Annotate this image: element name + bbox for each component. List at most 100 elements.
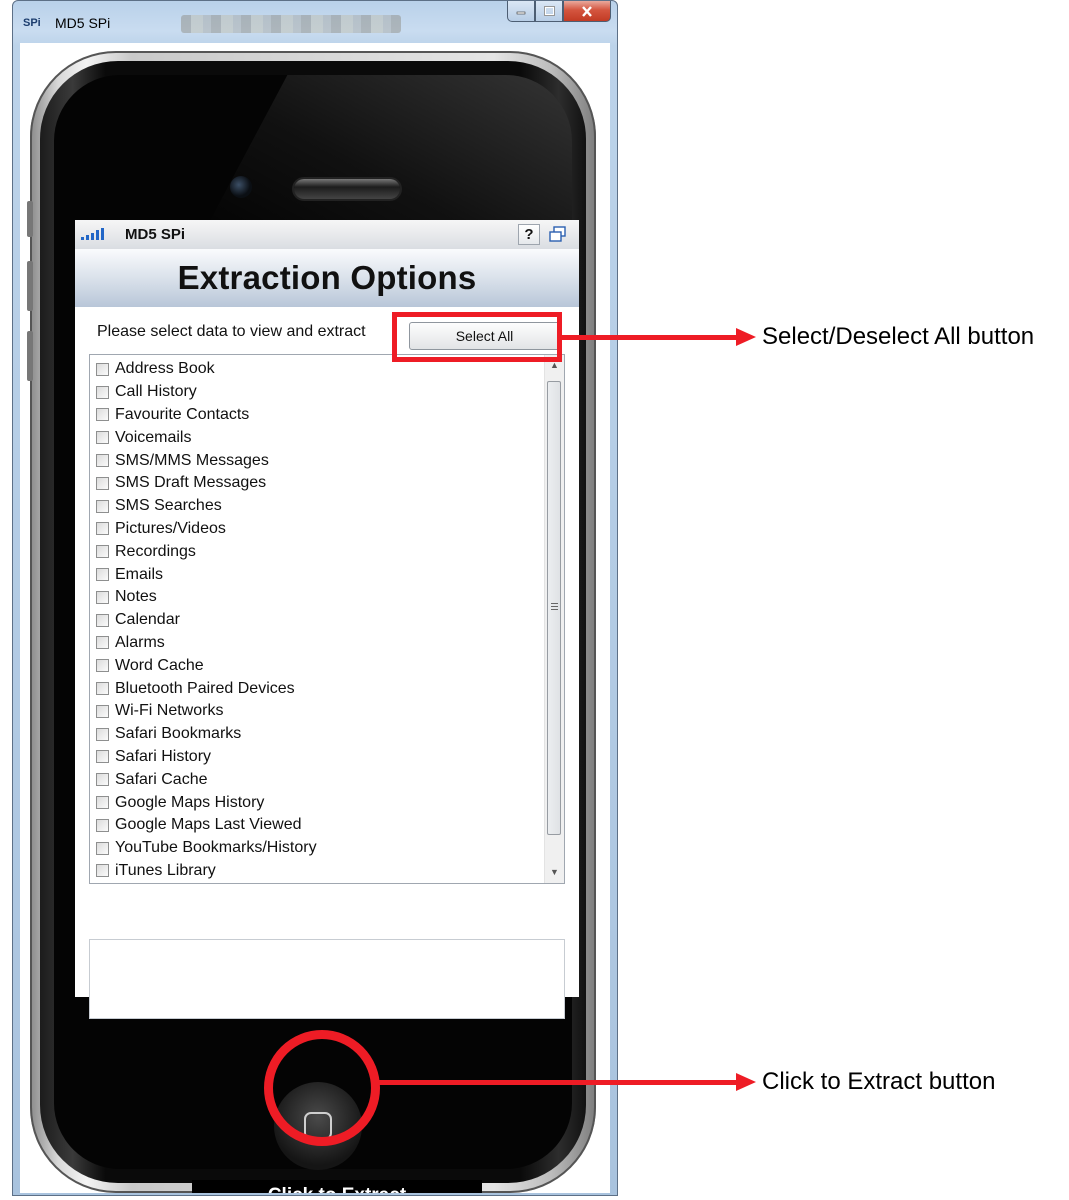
checkbox[interactable] (96, 590, 109, 604)
checkbox[interactable] (96, 568, 109, 582)
volume-down-button (27, 331, 33, 381)
list-item[interactable]: Alarms (94, 632, 540, 655)
list-item[interactable]: Recordings (94, 540, 540, 563)
list-item[interactable]: Voicemails (94, 426, 540, 449)
window-titlebar[interactable]: SPi MD5 SPi (13, 1, 617, 43)
list-item[interactable]: Bluetooth Paired Devices (94, 677, 540, 700)
list-item[interactable]: SMS/MMS Messages (94, 449, 540, 472)
list-item-label: Safari Bookmarks (115, 725, 242, 743)
checkbox[interactable] (96, 864, 109, 878)
checkbox[interactable] (96, 385, 109, 399)
checkbox[interactable] (96, 796, 109, 810)
checkbox[interactable] (96, 362, 109, 376)
extract-arrow-line (378, 1080, 740, 1085)
panel-titlebar: MD5 SPi ? (75, 220, 579, 250)
list-item-label: Notes (115, 588, 157, 606)
help-button[interactable]: ? (518, 224, 540, 245)
checkbox[interactable] (96, 613, 109, 627)
scrollbar-thumb[interactable] (547, 381, 561, 835)
select-all-arrow-line (560, 335, 740, 340)
list-item[interactable]: YouTube Bookmarks/History (94, 837, 540, 860)
list-item-label: Google Maps Last Viewed (115, 816, 302, 834)
list-item-label: Word Cache (115, 656, 204, 674)
checkbox[interactable] (96, 659, 109, 673)
list-item-label: Bluetooth Paired Devices (115, 679, 295, 697)
minimize-icon (516, 11, 526, 15)
maximize-icon (543, 6, 555, 16)
window-controls (507, 1, 611, 23)
front-camera-icon (230, 176, 252, 198)
checkbox[interactable] (96, 408, 109, 422)
checkbox[interactable] (96, 727, 109, 741)
list-item[interactable]: Safari History (94, 746, 540, 769)
list-item[interactable]: Notes (94, 586, 540, 609)
list-item[interactable]: Calendar (94, 609, 540, 632)
list-item-label: SMS Searches (115, 497, 222, 515)
checklist-items: Address Book Call History Favourite Contac… (94, 358, 540, 882)
minimize-button[interactable] (507, 1, 535, 22)
checkbox[interactable] (96, 704, 109, 718)
list-item-label: Safari History (115, 747, 212, 765)
list-item[interactable]: Call History (94, 381, 540, 404)
list-item-label: YouTube Bookmarks/History (115, 839, 317, 857)
window-title: MD5 SPi (55, 15, 111, 31)
list-item-label: Favourite Contacts (115, 405, 250, 423)
list-scrollbar[interactable]: ▲ ▼ (544, 355, 564, 883)
list-item-label: SMS/MMS Messages (115, 451, 269, 469)
list-item[interactable]: Favourite Contacts (94, 404, 540, 427)
checkbox[interactable] (96, 476, 109, 490)
list-item-label: iTunes Library (115, 861, 216, 879)
window-logo: SPi (23, 17, 41, 29)
checkbox[interactable] (96, 636, 109, 650)
scroll-down-arrow-icon[interactable]: ▼ (545, 864, 564, 881)
list-item-label: Alarms (115, 633, 165, 651)
checkbox[interactable] (96, 818, 109, 832)
checkbox[interactable] (96, 682, 109, 696)
list-item-label: Pictures/Videos (115, 519, 226, 537)
list-item[interactable]: Emails (94, 563, 540, 586)
status-output-box (89, 939, 565, 1019)
list-item[interactable]: iTunes Library (94, 860, 540, 883)
list-item-label: Voicemails (115, 428, 192, 446)
checkbox[interactable] (96, 499, 109, 513)
list-item-label: Google Maps History (115, 793, 265, 811)
list-item[interactable]: Google Maps Last Viewed (94, 814, 540, 837)
list-item[interactable]: Word Cache (94, 654, 540, 677)
checkbox[interactable] (96, 773, 109, 787)
list-item[interactable]: Google Maps History (94, 791, 540, 814)
signal-bars-icon (81, 228, 104, 240)
list-item-label: Safari Cache (115, 770, 208, 788)
titlebar-glass-blur (181, 15, 401, 33)
close-button[interactable] (563, 1, 611, 22)
instruction-text: Please select data to view and extract (97, 323, 366, 340)
checkbox[interactable] (96, 545, 109, 559)
checkbox[interactable] (96, 841, 109, 855)
close-icon (582, 5, 592, 17)
list-item[interactable]: Safari Cache (94, 768, 540, 791)
list-item-label: Recordings (115, 542, 196, 560)
list-item-label: Emails (115, 565, 164, 583)
volume-up-button (27, 261, 33, 311)
window-client-area: MD5 SPi ? Extraction Options Please sele… (20, 43, 610, 1193)
checkbox[interactable] (96, 750, 109, 764)
list-item[interactable]: Safari Bookmarks (94, 723, 540, 746)
grip-icon (551, 603, 558, 612)
list-item[interactable]: Pictures/Videos (94, 518, 540, 541)
maximize-button[interactable] (535, 1, 563, 22)
app-window: SPi MD5 SPi MD5 SPi ? Extraction Options… (12, 0, 618, 1196)
data-type-checklist[interactable]: Address Book Call History Favourite Contac… (89, 354, 565, 884)
restore-button[interactable] (546, 224, 570, 245)
list-item-label: Address Book (115, 360, 215, 378)
panel-title: MD5 SPi (125, 226, 186, 243)
list-item[interactable]: Wi-Fi Networks (94, 700, 540, 723)
select-all-highlight (392, 312, 562, 362)
extract-label: Click to Extract (192, 1180, 482, 1193)
checkbox[interactable] (96, 454, 109, 468)
restore-icon (549, 226, 566, 242)
list-item-label: Call History (115, 383, 197, 401)
list-item[interactable]: SMS Searches (94, 495, 540, 518)
checkbox[interactable] (96, 431, 109, 445)
mute-switch (27, 201, 33, 237)
list-item[interactable]: SMS Draft Messages (94, 472, 540, 495)
checkbox[interactable] (96, 522, 109, 536)
